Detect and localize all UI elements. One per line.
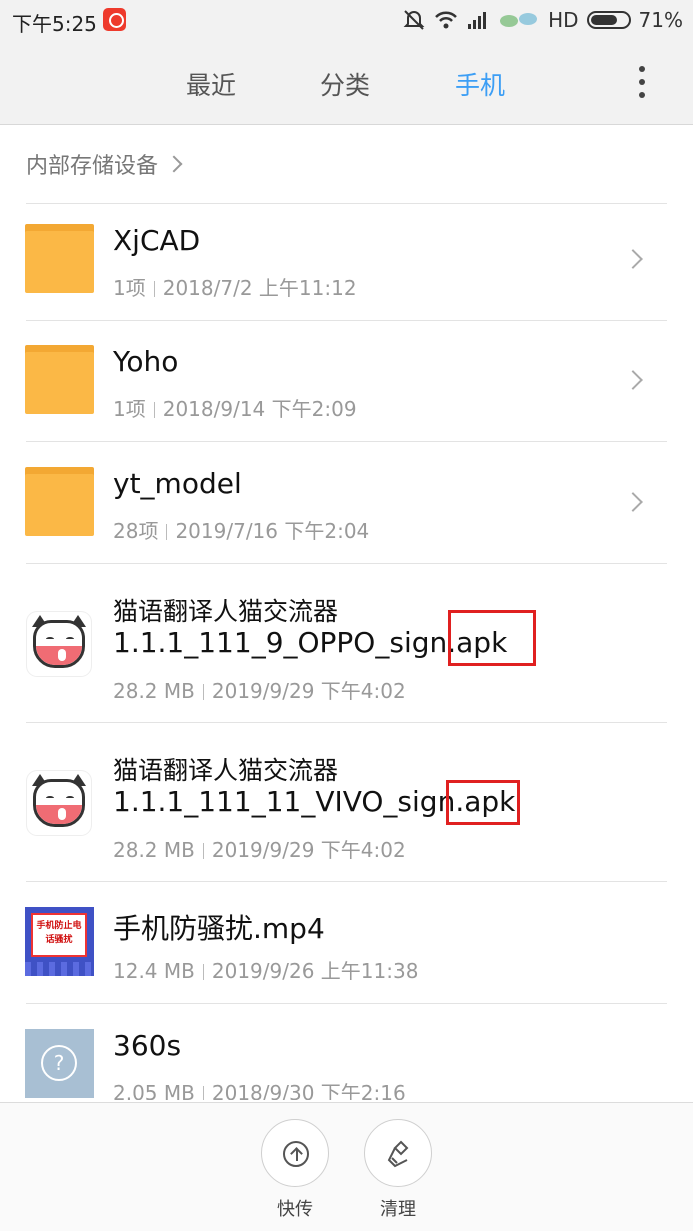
upload-arrow-icon [283, 1141, 309, 1167]
signal-icon [466, 9, 490, 31]
wifi-icon [434, 9, 458, 31]
chevron-right-icon [623, 370, 643, 390]
file-meta: 28.2 MB 2019/9/29 下午4:02 [113, 838, 406, 862]
unknown-file-icon: ? [25, 1029, 94, 1098]
list-item-unknown[interactable]: ? 360s 2.05 MB 2018/9/30 下午2:16 [0, 1004, 693, 1100]
app-bar: 最近 分类 手机 [0, 40, 693, 125]
breadcrumb[interactable]: 内部存储设备 [26, 148, 183, 180]
tab-category[interactable]: 分类 [320, 66, 370, 102]
more-options-icon[interactable] [632, 64, 652, 100]
brush-icon [387, 1140, 409, 1168]
extension-highlight-box [448, 610, 536, 666]
file-meta: 2.05 MB 2018/9/30 下午2:16 [113, 1081, 406, 1100]
list-item-folder[interactable]: XjCAD 1项 2018/7/2 上午11:12 [0, 204, 693, 320]
file-name-line1: 猫语翻译人猫交流器 [113, 756, 339, 785]
list-item-apk[interactable]: 猫语翻译人猫交流器 1.1.1_111_9_OPPO_sign.apk 28.2… [0, 564, 693, 722]
app-notification-icon [103, 8, 126, 31]
tab-phone[interactable]: 手机 [455, 66, 505, 102]
clean-button[interactable] [364, 1119, 432, 1187]
folder-icon [25, 345, 94, 414]
video-thumbnail: 手机防止电话骚扰 [25, 907, 94, 976]
file-name: Yoho [113, 345, 179, 378]
file-name: yt_model [113, 467, 242, 500]
file-name-line1: 猫语翻译人猫交流器 [113, 597, 339, 626]
clean-label: 清理 [380, 1199, 416, 1220]
share-label: 快传 [277, 1199, 313, 1220]
network-type: HD [548, 8, 579, 32]
battery-fill [590, 15, 617, 25]
chevron-right-icon [623, 492, 643, 512]
file-meta: 28项 2019/7/16 下午2:04 [113, 519, 370, 543]
share-button[interactable] [261, 1119, 329, 1187]
file-meta: 1项 2018/9/14 下午2:09 [113, 397, 357, 421]
battery-icon [586, 11, 631, 29]
folder-icon [25, 467, 94, 536]
breadcrumb-internal-storage[interactable]: 内部存储设备 [26, 148, 158, 180]
chevron-right-icon [165, 155, 183, 173]
cat-app-icon [27, 771, 91, 835]
extension-highlight-box [446, 780, 520, 825]
status-time: 下午5:25 [12, 12, 97, 36]
status-bar: 下午5:25 HD 71% [0, 0, 693, 40]
cat-app-icon [27, 612, 91, 676]
file-name: XjCAD [113, 224, 201, 257]
file-meta: 28.2 MB 2019/9/29 下午4:02 [113, 679, 406, 703]
bottom-toolbar: 快传 清理 [0, 1102, 693, 1231]
list-item-apk[interactable]: 猫语翻译人猫交流器 1.1.1_111_11_VIVO_sign.apk 28.… [0, 723, 693, 881]
list-item-folder[interactable]: yt_model 28项 2019/7/16 下午2:04 [0, 442, 693, 563]
file-meta: 1项 2018/7/2 上午11:12 [113, 276, 357, 300]
tab-recent[interactable]: 最近 [186, 66, 236, 102]
folder-icon [25, 224, 94, 293]
battery-percent: 71% [638, 8, 683, 32]
file-meta: 12.4 MB 2019/9/26 上午11:38 [113, 959, 419, 983]
file-name: 手机防骚扰.mp4 [113, 912, 325, 945]
status-icons: HD 71% [402, 6, 683, 34]
file-name: 360s [113, 1029, 182, 1062]
thumbnail-text: 手机防止电话骚扰 [31, 913, 87, 957]
leaf-icon [498, 9, 540, 31]
chevron-right-icon [623, 249, 643, 269]
list-item-video[interactable]: 手机防止电话骚扰 手机防骚扰.mp4 12.4 MB 2019/9/26 上午11… [0, 882, 693, 1003]
mute-icon [402, 9, 426, 31]
list-item-folder[interactable]: Yoho 1项 2018/9/14 下午2:09 [0, 321, 693, 441]
